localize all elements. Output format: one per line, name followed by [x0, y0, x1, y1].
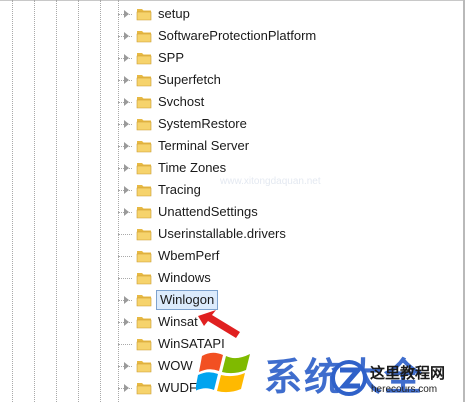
- tree-item-label[interactable]: SoftwareProtectionPlatform: [156, 27, 318, 45]
- folder-icon: [136, 94, 152, 110]
- expand-arrow-icon[interactable]: [124, 10, 129, 18]
- tree-item-winlogon[interactable]: Winlogon: [0, 289, 463, 311]
- tree-item-label[interactable]: UnattendSettings: [156, 203, 260, 221]
- top-border: [0, 0, 465, 1]
- tree-item-label[interactable]: Winsat: [156, 313, 200, 331]
- tree-item-softwareprotectionplatform[interactable]: SoftwareProtectionPlatform: [0, 25, 463, 47]
- folder-icon: [136, 204, 152, 220]
- tree-item-label[interactable]: WinSATAPI: [156, 335, 227, 353]
- tree-item-terminal-server[interactable]: Terminal Server: [0, 135, 463, 157]
- folder-icon: [136, 336, 152, 352]
- tree-item-tracing[interactable]: Tracing: [0, 179, 463, 201]
- tree-item-wudf[interactable]: WUDF: [0, 377, 463, 399]
- tree-branch-line: [118, 278, 132, 279]
- expand-arrow-icon[interactable]: [124, 164, 129, 172]
- expand-arrow-icon[interactable]: [124, 186, 129, 194]
- tree-item-label[interactable]: Winlogon: [156, 290, 219, 310]
- tree-item-winsatapi[interactable]: WinSATAPI: [0, 333, 463, 355]
- expand-arrow-icon[interactable]: [124, 76, 129, 84]
- tree-item-label[interactable]: Time Zones: [156, 159, 228, 177]
- tree-item-systemrestore[interactable]: SystemRestore: [0, 113, 463, 135]
- tree-item-label[interactable]: Windows: [156, 269, 213, 287]
- tree-item-svchost[interactable]: Svchost: [0, 91, 463, 113]
- tree-item-winsat[interactable]: Winsat: [0, 311, 463, 333]
- tree-item-label[interactable]: Terminal Server: [156, 137, 251, 155]
- tree-item-setup[interactable]: setup: [0, 3, 463, 25]
- folder-icon: [136, 314, 152, 330]
- folder-icon: [136, 182, 152, 198]
- expand-arrow-icon[interactable]: [124, 384, 129, 392]
- tree-item-wow[interactable]: WOW: [0, 355, 463, 377]
- folder-icon: [136, 6, 152, 22]
- tree-item-time-zones[interactable]: Time Zones: [0, 157, 463, 179]
- tree-item-label[interactable]: WOW: [156, 357, 195, 375]
- tree-item-label[interactable]: setup: [156, 5, 192, 23]
- tree-branch-line: [118, 344, 132, 345]
- folder-icon: [136, 50, 152, 66]
- folder-icon: [136, 292, 152, 308]
- tree-item-label[interactable]: SystemRestore: [156, 115, 249, 133]
- expand-arrow-icon[interactable]: [124, 208, 129, 216]
- tree-item-label[interactable]: Userinstallable.drivers: [156, 225, 288, 243]
- expand-arrow-icon[interactable]: [124, 296, 129, 304]
- folder-icon: [136, 380, 152, 396]
- tree-item-label[interactable]: Superfetch: [156, 71, 223, 89]
- folder-icon: [136, 270, 152, 286]
- tree-item-label[interactable]: Svchost: [156, 93, 206, 111]
- expand-arrow-icon[interactable]: [124, 120, 129, 128]
- folder-icon: [136, 226, 152, 242]
- expand-arrow-icon[interactable]: [124, 362, 129, 370]
- tree-item-label[interactable]: SPP: [156, 49, 186, 67]
- expand-arrow-icon[interactable]: [124, 54, 129, 62]
- tree-branch-line: [118, 234, 132, 235]
- folder-icon: [136, 72, 152, 88]
- tree-item-windows[interactable]: Windows: [0, 267, 463, 289]
- tree-item-unattendsettings[interactable]: UnattendSettings: [0, 201, 463, 223]
- tree-item-spp[interactable]: SPP: [0, 47, 463, 69]
- tree-item-userinstallable-drivers[interactable]: Userinstallable.drivers: [0, 223, 463, 245]
- expand-arrow-icon[interactable]: [124, 318, 129, 326]
- folder-icon: [136, 358, 152, 374]
- registry-key-tree[interactable]: setup SoftwareProtectionPlatform SPP Superf…: [0, 3, 463, 399]
- expand-arrow-icon[interactable]: [124, 142, 129, 150]
- expand-arrow-icon[interactable]: [124, 98, 129, 106]
- tree-item-label[interactable]: WbemPerf: [156, 247, 221, 265]
- tree-item-superfetch[interactable]: Superfetch: [0, 69, 463, 91]
- tree-item-label[interactable]: Tracing: [156, 181, 203, 199]
- tree-item-label[interactable]: WUDF: [156, 379, 199, 397]
- expand-arrow-icon[interactable]: [124, 32, 129, 40]
- folder-icon: [136, 248, 152, 264]
- tree-branch-line: [118, 256, 132, 257]
- tree-item-wbemperf[interactable]: WbemPerf: [0, 245, 463, 267]
- folder-icon: [136, 160, 152, 176]
- folder-icon: [136, 116, 152, 132]
- folder-icon: [136, 138, 152, 154]
- folder-icon: [136, 28, 152, 44]
